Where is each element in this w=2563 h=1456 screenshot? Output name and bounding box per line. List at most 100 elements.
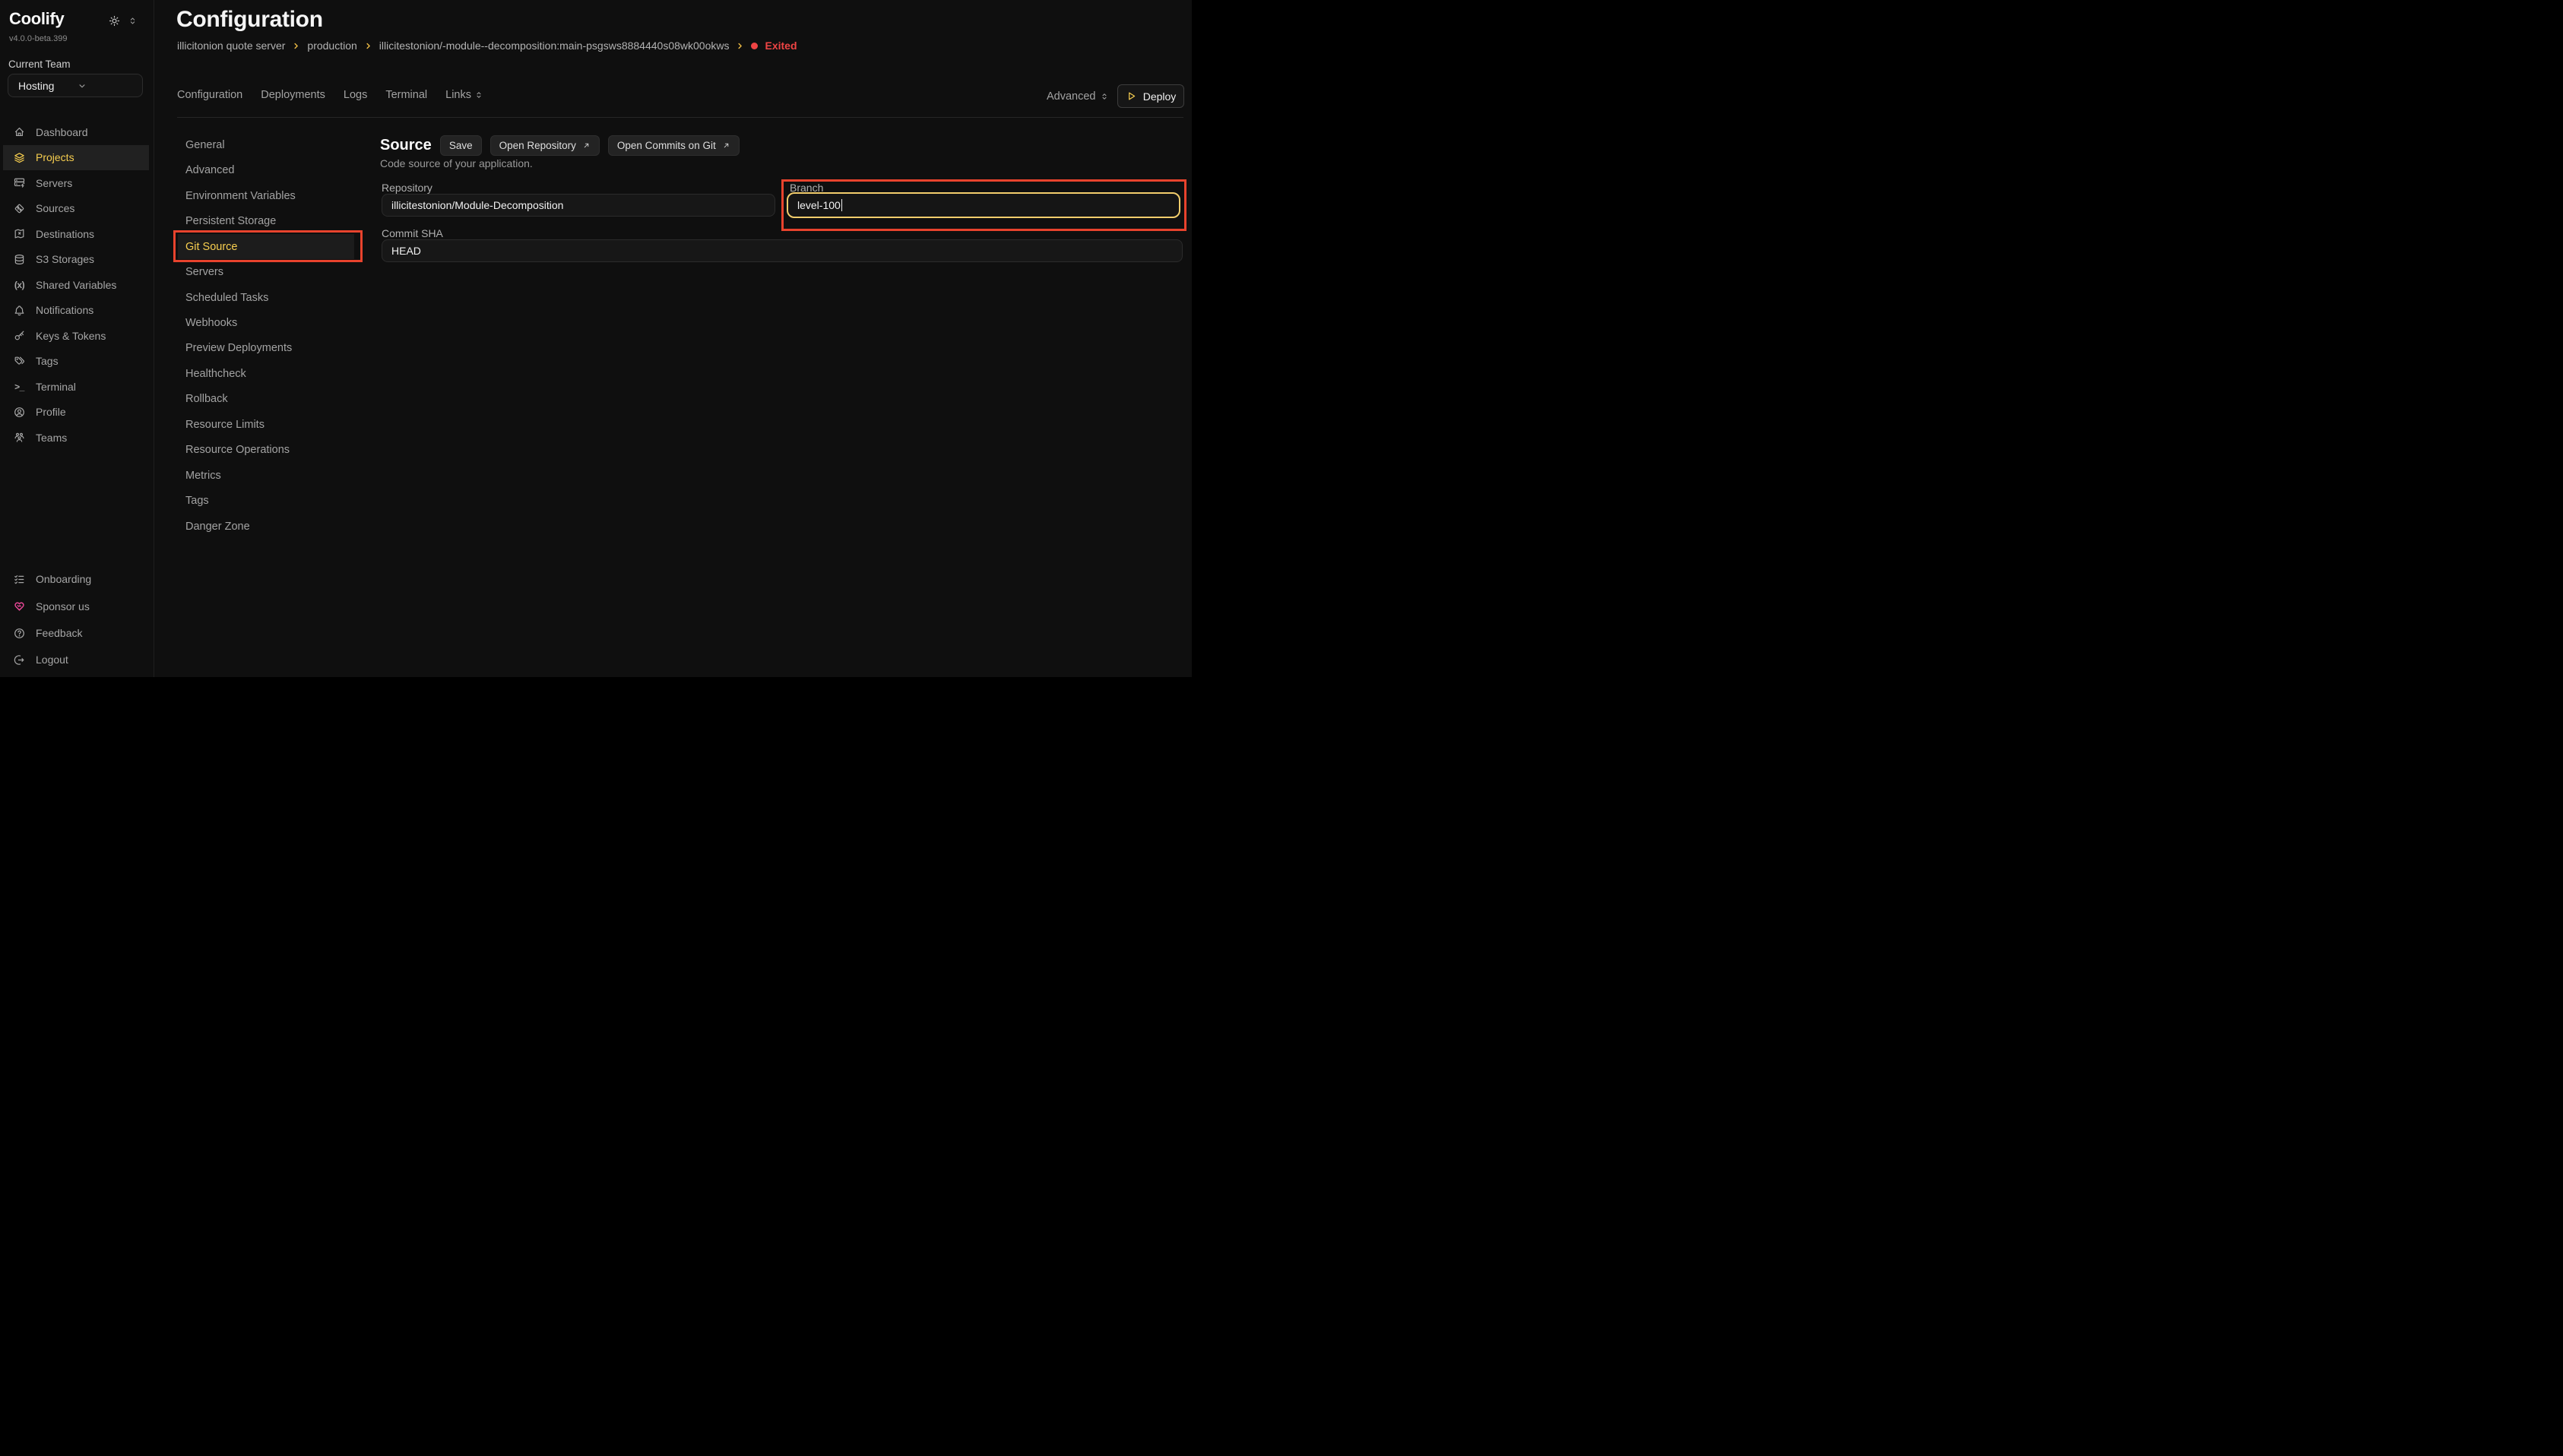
tab-logs[interactable]: Logs [344,89,367,101]
subnav-item-resource-limits[interactable]: Resource Limits [178,412,354,437]
source-heading-row: Source Save Open Repository Open Commits… [380,134,740,157]
settings-subnav: General Advanced Environment Variables P… [178,132,354,540]
sidebar: Coolify v4.0.0-beta.399 Current Team Hos… [0,0,154,677]
sidebar-item-logout[interactable]: Logout [3,647,149,673]
commit-sha-label: Commit SHA [382,227,443,239]
chevron-right-icon [736,42,744,50]
subnav-item-rollback[interactable]: Rollback [178,387,354,412]
sidebar-item-feedback[interactable]: Feedback [3,619,149,646]
external-link-icon [722,141,730,150]
subnav-item-metrics[interactable]: Metrics [178,463,354,488]
subnav-item-environment-variables[interactable]: Environment Variables [178,183,354,208]
advanced-dropdown[interactable]: Advanced [1047,90,1109,103]
branch-input[interactable]: level-100 [787,192,1180,218]
chevron-down-icon [77,81,135,91]
tab-configuration[interactable]: Configuration [177,89,242,101]
subnav-item-tags[interactable]: Tags [178,489,354,514]
subnav-item-persistent-storage[interactable]: Persistent Storage [178,208,354,233]
main-content: Configuration illicitonion quote server … [154,0,1192,677]
users-group-icon [13,431,26,444]
sidebar-item-projects[interactable]: Projects [3,145,149,171]
subnav-item-servers[interactable]: Servers [178,259,354,284]
open-commits-button[interactable]: Open Commits on Git [608,135,740,156]
terminal-icon: >_ [13,381,26,392]
breadcrumb-environment[interactable]: production [307,40,356,52]
subnav-item-preview-deployments[interactable]: Preview Deployments [178,336,354,361]
subnav-item-danger-zone[interactable]: Danger Zone [178,514,354,539]
help-circle-icon [13,627,26,640]
page-title: Configuration [176,7,323,33]
divider [177,117,1183,118]
sidebar-item-destinations[interactable]: Destinations [3,221,149,247]
sidebar-item-sponsor[interactable]: Sponsor us [3,593,149,619]
server-icon [13,176,26,189]
key-icon [13,329,26,342]
sidebar-item-shared-variables[interactable]: (x) Shared Variables [3,272,149,298]
stack-icon [13,151,26,164]
breadcrumb-project[interactable]: illicitonion quote server [177,40,285,52]
bell-icon [13,304,26,317]
sidebar-item-teams[interactable]: Teams [3,425,149,451]
chevron-up-down-icon [1100,92,1109,101]
git-icon [13,202,26,215]
commit-sha-input[interactable] [382,239,1183,262]
tab-terminal[interactable]: Terminal [385,89,427,101]
breadcrumb-application[interactable]: illicitestonion/-module--decomposition:m… [379,40,730,52]
sun-icon [108,14,121,27]
subnav-item-webhooks[interactable]: Webhooks [178,310,354,335]
sidebar-item-dashboard[interactable]: Dashboard [3,119,149,145]
heart-icon [13,600,26,612]
user-circle-icon [13,406,26,419]
sidebar-item-keys-tokens[interactable]: Keys & Tokens [3,323,149,349]
sidebar-nav: Dashboard Projects Servers Sources Desti… [0,119,154,451]
breadcrumb: illicitonion quote server production ill… [177,40,797,52]
repository-input[interactable] [382,194,775,217]
repository-label: Repository [382,182,432,194]
sidebar-item-s3-storages[interactable]: S3 Storages [3,247,149,273]
status-dot [751,43,758,49]
logout-icon [13,654,26,666]
tags-icon [13,355,26,368]
play-icon [1126,90,1137,102]
chevron-right-icon [292,42,300,50]
team-select-value: Hosting [18,80,77,92]
home-icon [13,125,26,138]
team-select[interactable]: Hosting [8,74,143,97]
sidebar-item-onboarding[interactable]: Onboarding [3,566,149,593]
subnav-item-healthcheck[interactable]: Healthcheck [178,361,354,386]
tab-links[interactable]: Links [445,89,483,101]
theme-selector-button[interactable] [128,16,138,26]
app-logo[interactable]: Coolify [9,9,64,29]
sidebar-item-tags[interactable]: Tags [3,349,149,375]
chevron-right-icon [364,42,372,50]
sidebar-item-sources[interactable]: Sources [3,196,149,222]
tab-deployments[interactable]: Deployments [261,89,325,101]
deploy-button[interactable]: Deploy [1117,84,1184,108]
open-repository-button[interactable]: Open Repository [490,135,600,156]
subnav-item-advanced[interactable]: Advanced [178,157,354,182]
tab-bar: Configuration Deployments Logs Terminal … [177,89,483,101]
external-link-icon [582,141,591,150]
variable-icon: (x) [13,280,26,290]
sidebar-item-notifications[interactable]: Notifications [3,298,149,324]
subnav-item-git-source[interactable]: Git Source [178,234,354,259]
text-cursor [841,199,843,211]
sidebar-footer-nav: Onboarding Sponsor us Feedback Logout [0,566,154,673]
subnav-item-resource-operations[interactable]: Resource Operations [178,438,354,463]
checklist-icon [13,573,26,586]
database-icon [13,253,26,266]
section-title: Source [380,137,432,154]
subnav-item-general[interactable]: General [178,132,354,157]
status-badge: Exited [765,40,797,52]
sidebar-item-terminal[interactable]: >_ Terminal [3,374,149,400]
current-team-label: Current Team [8,59,71,70]
subnav-item-scheduled-tasks[interactable]: Scheduled Tasks [178,285,354,310]
coolify-app: Coolify v4.0.0-beta.399 Current Team Hos… [0,0,1192,677]
chevron-up-down-icon [128,16,138,26]
sidebar-item-servers[interactable]: Servers [3,170,149,196]
map-icon [13,227,26,240]
chevron-up-down-icon [474,90,483,100]
theme-toggle-button[interactable] [108,14,121,27]
save-button[interactable]: Save [440,135,482,156]
sidebar-item-profile[interactable]: Profile [3,400,149,426]
